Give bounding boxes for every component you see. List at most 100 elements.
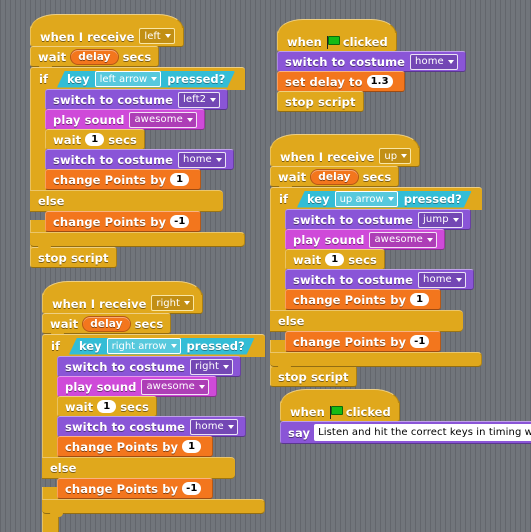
block-if-else-up[interactable]: if key up arrow pressed? switch to costu…	[270, 187, 482, 385]
message-dropdown[interactable]: up	[379, 148, 412, 164]
costume-dropdown-value: right	[195, 361, 220, 372]
costume-dropdown-value: left2	[183, 94, 207, 105]
block-switch-costume[interactable]: switch to costume home	[57, 416, 246, 440]
change-points-input[interactable]: -1	[182, 482, 202, 495]
chevron-down-icon	[183, 301, 190, 305]
block-switch-costume[interactable]: switch to costume home	[285, 269, 474, 293]
message-dropdown-value: right	[156, 297, 180, 309]
script-flag-setup[interactable]: when clicked switch to costume home set …	[277, 19, 466, 112]
block-switch-costume[interactable]: switch to costume home	[45, 149, 234, 173]
change-points-label: change Points by	[293, 292, 407, 307]
costume-dropdown-value: home	[415, 56, 444, 67]
predicate-key-pressed[interactable]: key right arrow pressed?	[69, 338, 255, 355]
delay-variable-reporter[interactable]: delay	[70, 48, 119, 65]
script-receive-left[interactable]: when I receive left wait delay secs if k…	[30, 14, 246, 268]
block-change-points[interactable]: change Points by -1	[285, 331, 442, 352]
script-receive-right[interactable]: when I receive right wait delay secs if …	[42, 281, 265, 532]
block-wait-secs[interactable]: wait 1 secs	[45, 129, 145, 153]
secs-label: secs	[348, 252, 377, 267]
wait-seconds-input[interactable]: 1	[97, 400, 117, 413]
block-change-points[interactable]: change Points by 1	[285, 289, 442, 310]
key-dropdown[interactable]: right arrow	[107, 338, 181, 354]
block-stop-script[interactable]: stop script	[30, 247, 117, 268]
key-dropdown-value: left arrow	[99, 73, 148, 85]
chevron-down-icon	[171, 344, 177, 348]
block-stop-script[interactable]: stop script	[277, 91, 364, 112]
block-change-points[interactable]: change Points by -1	[57, 478, 214, 499]
else-header[interactable]: else	[270, 310, 463, 332]
script-flag-say[interactable]: when clicked say Listen and hit the corr…	[280, 389, 531, 444]
message-dropdown-value: left	[144, 30, 161, 42]
block-switch-costume[interactable]: switch to costume right	[57, 356, 242, 380]
predicate-key-pressed[interactable]: key up arrow pressed?	[297, 191, 472, 208]
block-change-points[interactable]: change Points by 1	[45, 169, 202, 190]
if-header[interactable]: if key right arrow pressed?	[42, 334, 265, 357]
hat-when-i-receive-up[interactable]: when I receive up	[270, 134, 421, 170]
hat-when-flag-clicked[interactable]: when clicked	[277, 19, 397, 55]
change-points-input[interactable]: -1	[410, 335, 430, 348]
delay-variable-reporter[interactable]: delay	[82, 315, 131, 332]
set-delay-input[interactable]: 1.3	[366, 75, 393, 88]
if-header[interactable]: if key left arrow pressed?	[30, 67, 246, 90]
chevron-down-icon	[455, 277, 462, 282]
if-then-body: switch to costume right play sound aweso…	[57, 356, 265, 457]
stop-script-label: stop script	[38, 250, 109, 265]
block-if-else-right[interactable]: if key right arrow pressed? switch to co…	[42, 334, 265, 532]
block-set-delay[interactable]: set delay to 1.3	[277, 71, 405, 95]
wait-seconds-input[interactable]: 1	[325, 253, 345, 266]
block-wait-delay-secs[interactable]: wait delay secs	[30, 46, 160, 70]
wait-seconds-input[interactable]: 1	[85, 133, 105, 146]
message-dropdown[interactable]: right	[151, 295, 194, 311]
delay-variable-reporter[interactable]: delay	[310, 168, 359, 185]
block-change-points[interactable]: change Points by -1	[45, 211, 202, 232]
message-dropdown-value: up	[384, 150, 398, 162]
block-play-sound[interactable]: play sound awesome	[285, 229, 445, 253]
chevron-down-icon	[227, 424, 234, 429]
block-wait-secs[interactable]: wait 1 secs	[285, 249, 385, 273]
say-text-input[interactable]: Listen and hit the correct keys in timin…	[314, 424, 531, 441]
block-switch-costume[interactable]: switch to costume left2	[45, 89, 229, 113]
block-wait-delay-secs[interactable]: wait delay secs	[270, 166, 400, 190]
costume-dropdown[interactable]: home	[410, 53, 458, 70]
block-change-points[interactable]: change Points by 1	[57, 436, 214, 457]
block-wait-delay-secs[interactable]: wait delay secs	[42, 313, 172, 337]
hat-cap	[43, 281, 202, 295]
block-say[interactable]: say Listen and hit the correct keys in t…	[280, 421, 531, 444]
sound-dropdown-value: awesome	[146, 381, 195, 392]
hat-when-flag-clicked[interactable]: when clicked	[280, 389, 400, 425]
costume-dropdown[interactable]: home	[178, 151, 226, 168]
sound-dropdown[interactable]: awesome	[141, 378, 209, 395]
costume-dropdown[interactable]: home	[418, 271, 466, 288]
if-header[interactable]: if key up arrow pressed?	[270, 187, 482, 210]
chevron-down-icon	[151, 77, 157, 81]
else-header[interactable]: else	[42, 457, 235, 479]
change-points-input[interactable]: 1	[182, 440, 202, 453]
key-dropdown[interactable]: left arrow	[95, 71, 162, 87]
script-receive-up[interactable]: when I receive up wait delay secs if key	[270, 134, 482, 387]
if-label: if	[279, 192, 288, 206]
predicate-key-pressed[interactable]: key left arrow pressed?	[57, 71, 235, 88]
sound-dropdown[interactable]: awesome	[129, 111, 197, 128]
costume-dropdown[interactable]: home	[190, 418, 238, 435]
costume-dropdown[interactable]: left2	[178, 91, 221, 108]
change-points-input[interactable]: 1	[410, 293, 430, 306]
switch-costume-label: switch to costume	[53, 92, 174, 107]
block-if-else-left[interactable]: if key left arrow pressed? switch to cos…	[30, 67, 246, 265]
key-dropdown[interactable]: up arrow	[335, 191, 398, 207]
change-points-input[interactable]: -1	[170, 215, 190, 228]
block-wait-secs[interactable]: wait 1 secs	[57, 396, 157, 420]
hat-when-i-receive-left[interactable]: when I receive left	[30, 14, 184, 50]
costume-dropdown[interactable]: right	[190, 358, 234, 375]
block-play-sound[interactable]: play sound awesome	[57, 376, 217, 400]
block-switch-costume[interactable]: switch to costume jump	[285, 209, 471, 233]
change-points-input[interactable]: 1	[170, 173, 190, 186]
else-header[interactable]: else	[30, 190, 223, 212]
if-else-body: change Points by -1	[57, 478, 265, 499]
play-sound-label: play sound	[53, 112, 125, 127]
costume-dropdown[interactable]: jump	[418, 211, 463, 228]
hat-when-i-receive-right[interactable]: when I receive right	[42, 281, 203, 317]
block-play-sound[interactable]: play sound awesome	[45, 109, 205, 133]
message-dropdown[interactable]: left	[139, 28, 175, 44]
sound-dropdown[interactable]: awesome	[369, 231, 437, 248]
block-switch-costume[interactable]: switch to costume home	[277, 51, 466, 75]
